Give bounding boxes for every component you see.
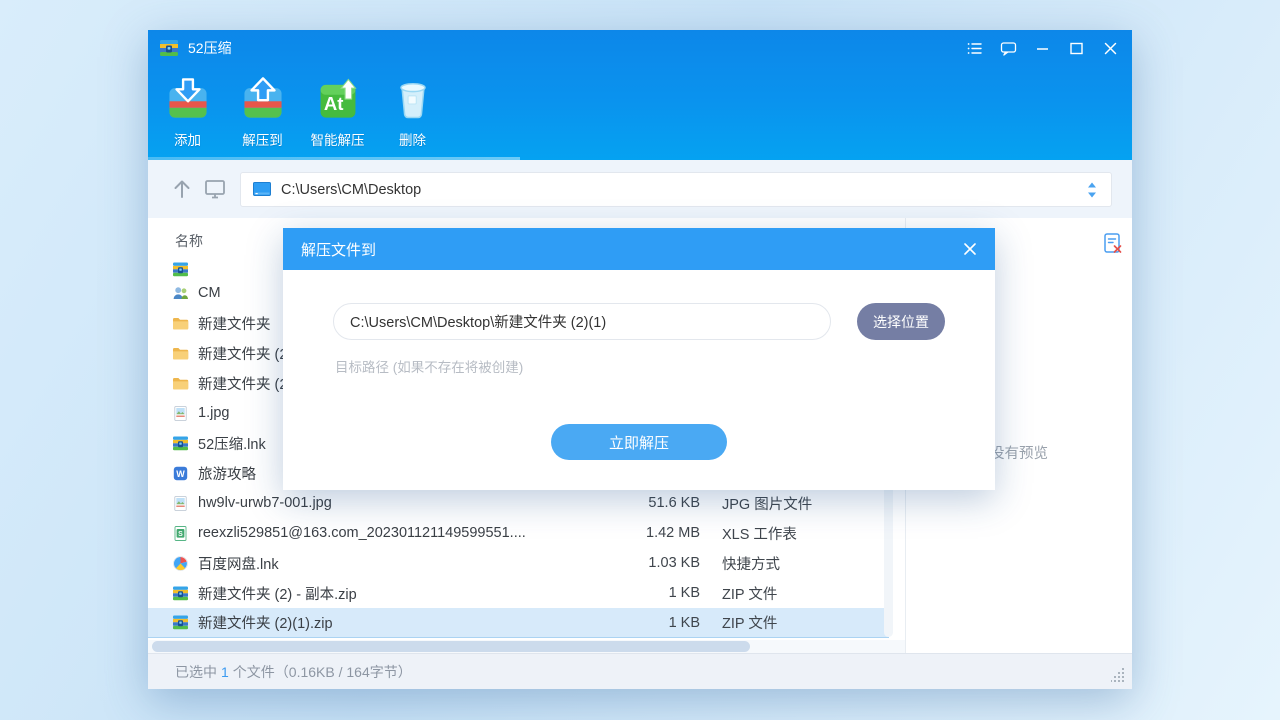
file-size: 1 KB: [610, 585, 700, 601]
file-name: 新建文件夹 (2)(1).zip: [198, 612, 610, 633]
close-preview-icon[interactable]: [1102, 232, 1124, 256]
table-row[interactable]: 新建文件夹 (2) - 副本.zip1 KB ZIP 文件: [148, 578, 889, 608]
extract-to-dialog: 解压文件到 选择位置 目标路径 (如果不存在将被创建) 立即解压: [283, 228, 995, 490]
desktop-location-icon: [253, 182, 271, 197]
table-row[interactable]: Sreexzli529851@163.com_20230112114959955…: [148, 518, 889, 548]
spreadsheet-icon: S: [172, 525, 189, 542]
resize-grip[interactable]: [1111, 668, 1125, 682]
window-controls: [965, 30, 1120, 66]
file-name: reexzli529851@163.com_202301121149599551…: [198, 525, 610, 541]
file-type: XLS 工作表: [722, 523, 797, 544]
close-icon[interactable]: [1101, 39, 1120, 58]
toolbar: 添加 解压到 At 智能解压 删除: [150, 66, 450, 160]
destination-path-input[interactable]: [333, 303, 831, 340]
table-row[interactable]: hw9lv-urwb7-001.jpg51.6 KB JPG 图片文件: [148, 488, 889, 518]
extract-to-button-label: 解压到: [242, 129, 283, 149]
navigate-up-icon[interactable]: [170, 177, 194, 201]
trash-icon: [389, 74, 437, 122]
file-type: ZIP 文件: [722, 583, 777, 604]
status-count: 1: [221, 664, 229, 680]
svg-text:S: S: [178, 530, 183, 537]
file-size: 1.42 MB: [610, 525, 700, 541]
titlebar[interactable]: 52压缩: [148, 30, 1132, 66]
users-icon: [172, 285, 189, 302]
file-type: 快捷方式: [722, 553, 780, 574]
svg-text:W: W: [176, 469, 185, 479]
delete-button[interactable]: 删除: [375, 66, 450, 160]
maximize-icon[interactable]: [1067, 39, 1086, 58]
file-type: ZIP 文件: [722, 612, 777, 633]
table-row[interactable]: 百度网盘.lnk1.03 KB 快捷方式: [148, 548, 889, 578]
status-prefix: 已选中: [175, 664, 217, 680]
folder-icon: [172, 375, 189, 392]
dialog-header[interactable]: 解压文件到: [283, 228, 995, 270]
status-bar: 已选中1个文件（0.16KB / 164字节）: [148, 653, 1132, 689]
current-path: C:\Users\CM\Desktop: [281, 182, 1085, 198]
choose-location-button[interactable]: 选择位置: [857, 303, 945, 340]
destination-hint: 目标路径 (如果不存在将被创建): [335, 356, 523, 376]
smart-extract-button-label: 智能解压: [311, 129, 365, 149]
folder-icon: [172, 345, 189, 362]
column-header-name[interactable]: 名称: [175, 218, 203, 262]
zip-icon: [172, 435, 189, 452]
smart-extract-icon: At: [314, 74, 362, 122]
archive-add-icon: [164, 74, 212, 122]
file-size: 51.6 KB: [610, 495, 700, 511]
status-suffix: 个文件（0.16KB / 164字节）: [233, 664, 412, 680]
path-input[interactable]: C:\Users\CM\Desktop: [240, 172, 1112, 207]
file-name: 百度网盘.lnk: [198, 553, 610, 574]
menu-icon[interactable]: [965, 39, 984, 58]
zip-icon: [172, 585, 189, 602]
image-icon: [172, 495, 189, 512]
add-button-label: 添加: [174, 129, 201, 149]
svg-text:At: At: [323, 93, 343, 114]
address-bar: C:\Users\CM\Desktop: [148, 160, 1132, 218]
feedback-chat-icon[interactable]: [999, 39, 1018, 58]
dialog-title: 解压文件到: [301, 239, 376, 260]
delete-button-label: 删除: [399, 129, 426, 149]
file-size: 1.03 KB: [610, 555, 700, 571]
path-dropdown-spinner-icon[interactable]: [1085, 181, 1099, 199]
window-title: 52压缩: [188, 38, 232, 58]
worddoc-icon: W: [172, 465, 189, 482]
add-button[interactable]: 添加: [150, 66, 225, 160]
app-logo-icon: [159, 38, 179, 58]
smart-extract-button[interactable]: At 智能解压: [300, 66, 375, 160]
selection-status: 已选中1个文件（0.16KB / 164字节）: [175, 654, 412, 690]
file-type: JPG 图片文件: [722, 493, 812, 514]
baidu-icon: [172, 555, 189, 572]
extract-now-button[interactable]: 立即解压: [551, 424, 727, 460]
archive-extract-icon: [239, 74, 287, 122]
app-window: 52压缩 添加 解压到 At 智能解压: [148, 30, 1132, 689]
file-name: hw9lv-urwb7-001.jpg: [198, 495, 610, 511]
horizontal-scrollbar-thumb[interactable]: [152, 641, 750, 652]
table-row[interactable]: 新建文件夹 (2)(1).zip1 KB ZIP 文件: [148, 608, 889, 638]
zip-icon: [172, 262, 189, 278]
dialog-close-icon[interactable]: [961, 240, 979, 258]
zip-icon: [172, 614, 189, 631]
desktop-nav-icon[interactable]: [203, 177, 227, 201]
extract-to-button[interactable]: 解压到: [225, 66, 300, 160]
titlebar-toolbar-area: 52压缩 添加 解压到 At 智能解压: [148, 30, 1132, 160]
horizontal-scrollbar: [148, 640, 905, 653]
file-name: 新建文件夹 (2) - 副本.zip: [198, 583, 610, 604]
file-size: 1 KB: [610, 615, 700, 631]
folder-icon: [172, 315, 189, 332]
minimize-icon[interactable]: [1033, 39, 1052, 58]
image-icon: [172, 405, 189, 422]
